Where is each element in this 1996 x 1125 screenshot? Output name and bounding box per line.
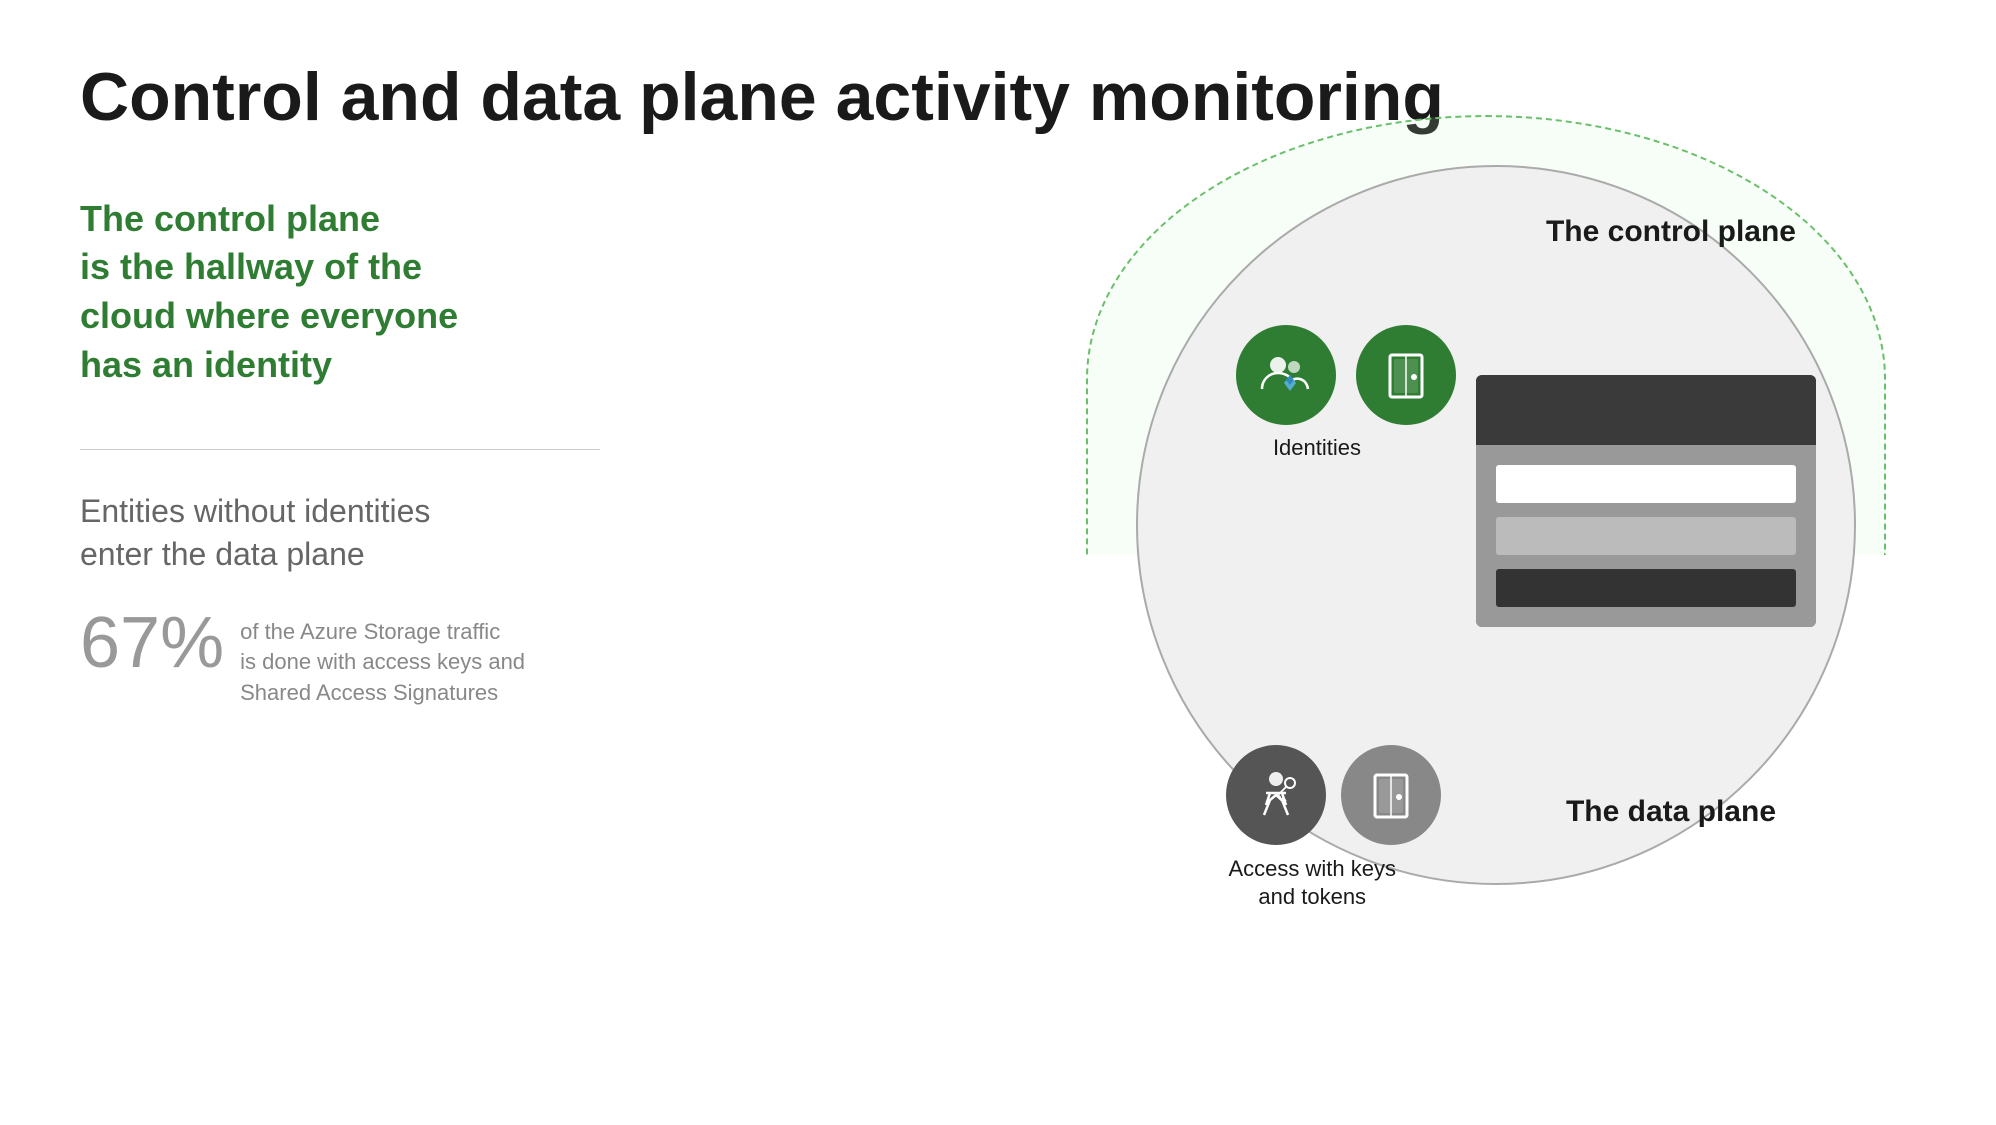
identities-icon-circle — [1236, 325, 1336, 425]
green-line2: is the hallway of the — [80, 246, 422, 287]
content-area: The control plane is the hallway of the … — [80, 195, 1916, 995]
door-icon-green — [1376, 345, 1436, 405]
data-door-circle — [1341, 745, 1441, 845]
stat-row: 67% of the Azure Storage traffic is done… — [80, 607, 600, 709]
green-line1: The control plane — [80, 198, 380, 239]
key-access-icon — [1246, 765, 1306, 825]
resource-bar-white — [1496, 465, 1796, 503]
green-line3: cloud where everyone — [80, 295, 458, 336]
green-text-block: The control plane is the hallway of the … — [80, 195, 600, 389]
data-plane-label: The data plane — [1566, 795, 1776, 829]
sub-heading-line2: enter the data plane — [80, 536, 365, 572]
stat-desc-line3: Shared Access Signatures — [240, 680, 498, 705]
access-keys-label: Access with keys and tokens — [1229, 855, 1397, 912]
stat-number: 67% — [80, 607, 224, 679]
resource-card-body — [1476, 445, 1816, 627]
diagram-area: The control plane The data plane — [600, 195, 1916, 995]
access-keys-circle — [1226, 745, 1326, 845]
control-door-circle — [1356, 325, 1456, 425]
stat-desc-line1: of the Azure Storage traffic — [240, 619, 500, 644]
gray-text-block: Entities without identities enter the da… — [80, 490, 600, 709]
resource-bar-dark — [1496, 569, 1796, 607]
sub-heading: Entities without identities enter the da… — [80, 490, 600, 576]
horizontal-divider — [80, 449, 600, 450]
resource-card-header — [1476, 375, 1816, 445]
green-line4: has an identity — [80, 344, 332, 385]
access-label-line1: Access with keys — [1229, 856, 1397, 881]
access-label-line2: and tokens — [1258, 884, 1366, 909]
green-text: The control plane is the hallway of the … — [80, 195, 600, 389]
sub-heading-line1: Entities without identities — [80, 493, 430, 529]
identities-icon — [1256, 345, 1316, 405]
control-plane-label: The control plane — [1546, 215, 1796, 249]
page: Control and data plane activity monitori… — [0, 0, 1996, 1125]
page-title: Control and data plane activity monitori… — [80, 60, 1916, 135]
resource-bar-gray — [1496, 517, 1796, 555]
stat-desc-line2: is done with access keys and — [240, 649, 525, 674]
door-icon-gray — [1361, 765, 1421, 825]
identities-label: Identities — [1273, 435, 1361, 461]
stat-desc: of the Azure Storage traffic is done wit… — [240, 607, 525, 709]
resource-card — [1476, 375, 1816, 627]
left-panel: The control plane is the hallway of the … — [80, 195, 600, 995]
